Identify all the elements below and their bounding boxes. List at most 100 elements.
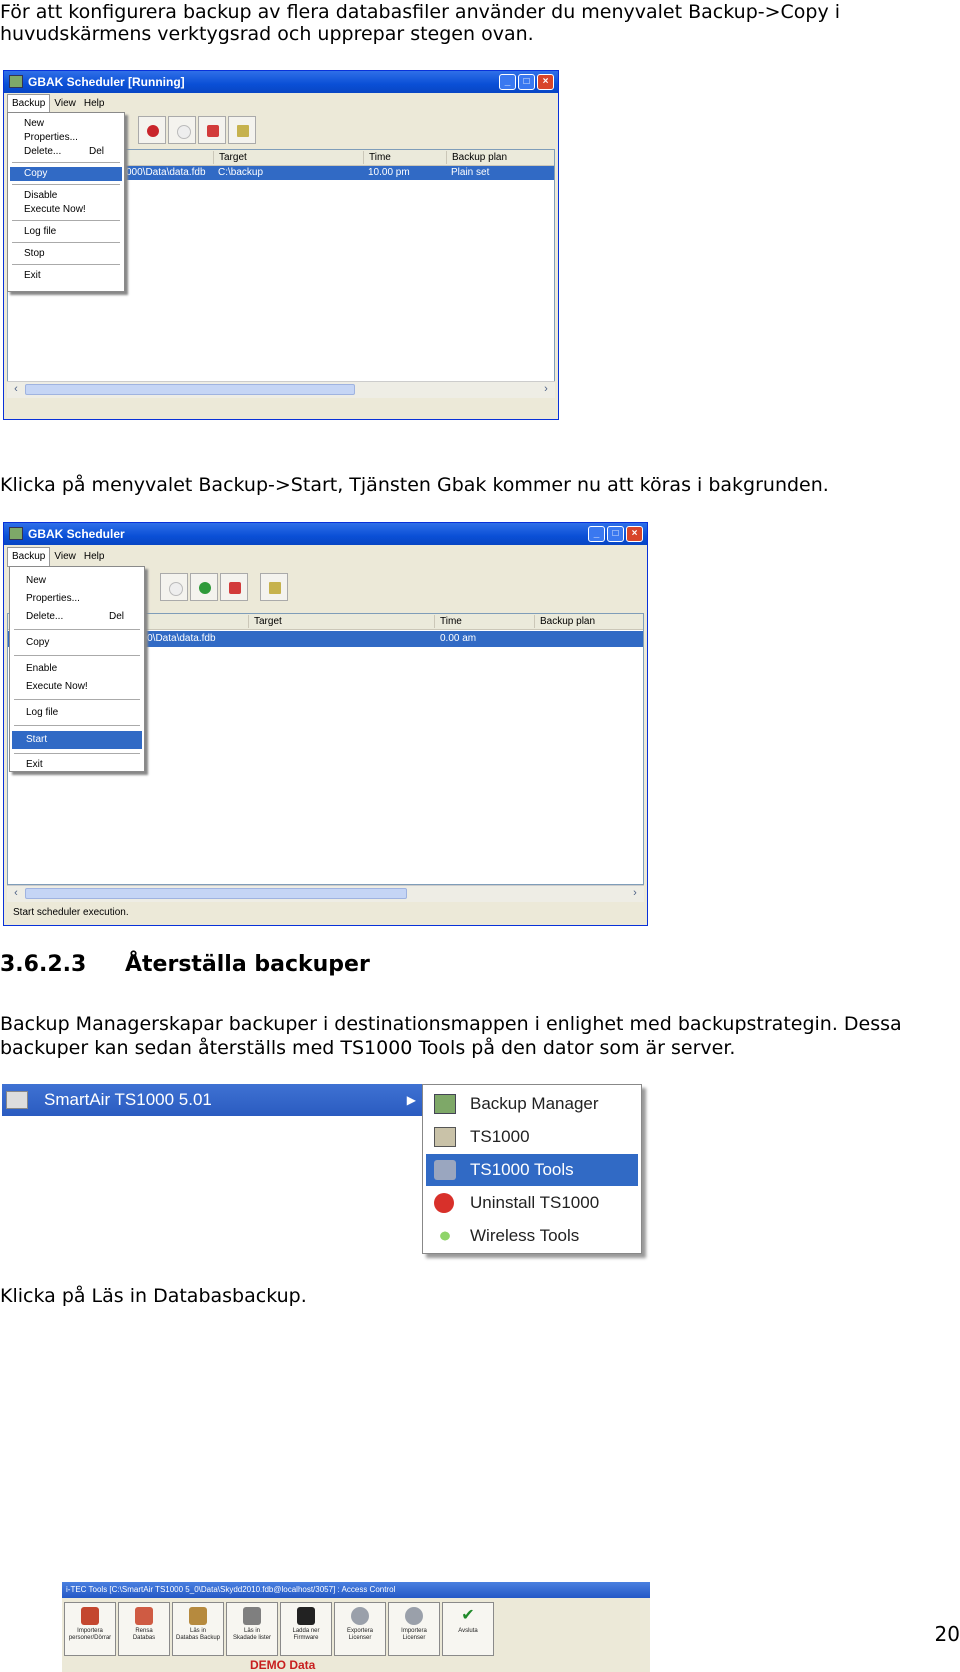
page-number: 20 (934, 1622, 960, 1646)
menu-item-ts1000-tools[interactable]: TS1000 Tools (426, 1154, 638, 1186)
button-label: Ladda ner Firmware (292, 1628, 320, 1641)
maximize-icon[interactable]: □ (518, 74, 535, 90)
button-label: Exportera Licenser (346, 1628, 373, 1641)
download-firmware-button[interactable]: Ladda ner Firmware (280, 1602, 332, 1656)
log-button[interactable] (260, 573, 288, 601)
menu-item-backup-manager[interactable]: Backup Manager (426, 1088, 638, 1120)
item-label: TS1000 Tools (470, 1160, 574, 1179)
menu-item-properties[interactable]: Properties... (12, 591, 142, 607)
menu-item-execute[interactable]: Execute Now! (10, 203, 122, 217)
close-icon[interactable]: × (626, 526, 643, 542)
execute-button[interactable] (220, 573, 248, 601)
menu-backup[interactable]: Backup (7, 547, 51, 567)
intro-line-2: huvudskärmens verktygsrad och upprepar s… (0, 23, 534, 45)
row-time: 10.00 pm (368, 167, 410, 178)
submenu-arrow-icon: ▶ (406, 1093, 416, 1107)
menu-help[interactable]: Help (80, 548, 109, 566)
tools-titlebar[interactable]: i-TEC Tools [C:\SmartAir TS1000 5_0\Data… (62, 1582, 650, 1598)
scroll-left-icon[interactable]: ‹ (9, 383, 23, 397)
col-time[interactable]: Time (434, 615, 462, 628)
menu-backup[interactable]: Backup (7, 94, 51, 114)
section-number: 3.6.2.3 (0, 952, 87, 977)
button-label: Importera Licenser (401, 1628, 427, 1641)
close-icon[interactable]: × (537, 74, 554, 90)
execute-icon (207, 125, 219, 137)
menu-view[interactable]: View (50, 95, 80, 113)
start-scheduler-button[interactable] (168, 116, 196, 144)
menu-item-exit[interactable]: Exit (12, 757, 142, 773)
menu-item-log-file[interactable]: Log file (12, 705, 142, 721)
demo-data-label: DEMO Data (250, 1658, 316, 1672)
stop-icon (147, 125, 159, 137)
section-heading: 3.6.2.3 Återställa backuper (0, 952, 370, 977)
menu-item-exit[interactable]: Exit (10, 269, 122, 283)
row-plan: Plain set (451, 167, 490, 178)
col-backup-plan[interactable]: Backup plan (534, 615, 595, 628)
menu-item-new[interactable]: New (12, 573, 142, 589)
scroll-thumb[interactable] (25, 888, 407, 899)
firmware-icon (297, 1607, 315, 1625)
program-submenu: Backup Manager TS1000 TS1000 Tools Unins… (422, 1084, 642, 1254)
scroll-right-icon[interactable]: › (628, 887, 642, 901)
maximize-icon[interactable]: □ (607, 526, 624, 542)
menu-item-properties[interactable]: Properties... (10, 131, 122, 145)
menu-item-new[interactable]: New (10, 117, 122, 131)
col-target[interactable]: Target (248, 615, 282, 628)
button-label: Läs in Databas Backup (175, 1628, 221, 1641)
menu-item-enable[interactable]: Enable (12, 661, 142, 677)
minimize-icon[interactable]: _ (588, 526, 605, 542)
menu-view[interactable]: View (50, 548, 80, 566)
export-licenses-button[interactable]: Exportera Licenser (334, 1602, 386, 1656)
scroll-right-icon[interactable]: › (539, 383, 553, 397)
menu-item-delete[interactable]: Delete... Del (10, 145, 122, 159)
menu-help[interactable]: Help (80, 95, 109, 113)
menu-item-stop[interactable]: Stop (10, 247, 122, 261)
app-icon (9, 75, 23, 88)
col-target[interactable]: Target (213, 151, 247, 164)
start-menu-program[interactable]: SmartAir TS1000 5.01 ▶ (2, 1084, 422, 1116)
delete-label: Delete... (26, 611, 64, 622)
window-titlebar[interactable]: GBAK Scheduler [Running] _ □ × (4, 71, 558, 93)
button-label: Importera personer/Dörrar (68, 1628, 112, 1641)
col-time[interactable]: Time (363, 151, 391, 164)
clear-database-button[interactable]: Rensa Databas (118, 1602, 170, 1656)
menu-item-start[interactable]: Start (12, 731, 142, 749)
col-backup-plan[interactable]: Backup plan (446, 151, 507, 164)
import-licenses-button[interactable]: Importera Licenser (388, 1602, 440, 1656)
horizontal-scrollbar[interactable]: ‹ › (7, 381, 555, 398)
menu-item-copy[interactable]: Copy (12, 635, 142, 651)
stop-scheduler-button[interactable] (160, 573, 188, 601)
import-persons-doors-button[interactable]: Importera personer/Dörrar (64, 1602, 116, 1656)
program-group-icon (6, 1091, 28, 1109)
menu-item-wireless-tools[interactable]: Wireless Tools (426, 1220, 638, 1252)
menu-separator (14, 753, 140, 754)
menu-item-delete[interactable]: Delete... Del (12, 609, 142, 625)
window-title: GBAK Scheduler [Running] (28, 75, 185, 89)
execute-button[interactable] (198, 116, 226, 144)
start-disabled-icon (177, 125, 191, 139)
window-titlebar[interactable]: GBAK Scheduler _ □ × (4, 523, 647, 545)
load-damaged-lists-button[interactable]: Läs in Skadade lister (226, 1602, 278, 1656)
tools-window: i-TEC Tools [C:\SmartAir TS1000 5_0\Data… (62, 1582, 650, 1672)
restore-line-2: backuper kan sedan återställs med TS1000… (0, 1037, 736, 1059)
menu-item-log-file[interactable]: Log file (10, 225, 122, 239)
menu-item-execute[interactable]: Execute Now! (12, 679, 142, 695)
menu-separator (14, 725, 140, 726)
log-button[interactable] (228, 116, 256, 144)
app-icon (9, 527, 23, 540)
scroll-thumb[interactable] (25, 384, 355, 395)
menu-item-copy[interactable]: Copy (10, 167, 122, 181)
minimize-icon[interactable]: _ (499, 74, 516, 90)
menu-item-uninstall[interactable]: Uninstall TS1000 (426, 1187, 638, 1219)
scroll-left-icon[interactable]: ‹ (9, 887, 23, 901)
exit-button[interactable]: ✔ Avsluta (442, 1602, 494, 1656)
menu-item-ts1000[interactable]: TS1000 (426, 1121, 638, 1153)
backup-manager-icon (434, 1094, 456, 1114)
log-icon (237, 125, 249, 137)
horizontal-scrollbar[interactable]: ‹ › (7, 885, 644, 902)
menu-item-disable[interactable]: Disable (10, 189, 122, 203)
start-scheduler-button[interactable] (190, 573, 218, 601)
stop-scheduler-button[interactable] (138, 116, 166, 144)
load-database-backup-button[interactable]: Läs in Databas Backup (172, 1602, 224, 1656)
row-time: 0.00 am (440, 633, 477, 644)
